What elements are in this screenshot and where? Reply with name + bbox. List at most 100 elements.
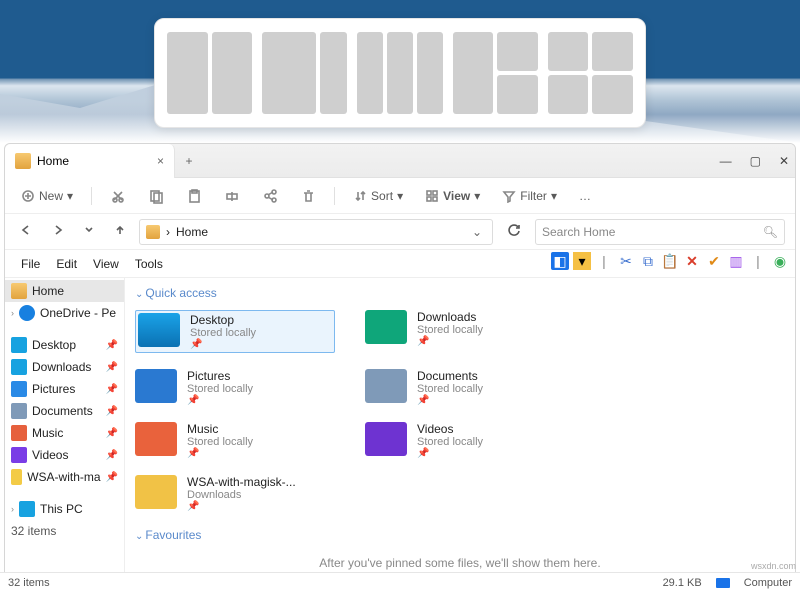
search-placeholder: Search Home: [542, 225, 615, 239]
pin-icon: 📌: [417, 395, 483, 406]
folder-icon: [11, 469, 22, 485]
folder-icon: [365, 369, 407, 403]
menu-tools[interactable]: Tools: [127, 257, 171, 271]
address-bar[interactable]: › Home ⌄: [139, 219, 493, 245]
pin-icon: 📌: [106, 450, 118, 461]
sidebar-item-documents[interactable]: Documents📌: [5, 400, 124, 422]
recent-locations-button[interactable]: [79, 221, 99, 242]
apply-icon[interactable]: ✔: [705, 252, 723, 270]
pin-icon: 📌: [106, 384, 118, 395]
tile-documents[interactable]: DocumentsStored locally📌: [365, 369, 565, 406]
menu-edit[interactable]: Edit: [48, 257, 85, 271]
paste-icon[interactable]: 📋: [661, 252, 679, 270]
forward-button[interactable]: [47, 221, 69, 242]
folder-icon: [135, 422, 177, 456]
menu-view[interactable]: View: [85, 257, 127, 271]
tile-downloads[interactable]: DownloadsStored locally📌: [365, 310, 565, 353]
sidebar-item-count: 32 items: [5, 520, 124, 541]
address-dropdown[interactable]: ⌄: [468, 225, 486, 239]
preview-pane-icon[interactable]: ◧: [551, 252, 569, 270]
cut-button[interactable]: [106, 186, 130, 206]
pin-icon: 📌: [106, 340, 118, 351]
extra-toolbar: ◧ ▾ | ✂ ⧉ 📋 ✕ ✔ ▥ | ◉: [551, 252, 789, 270]
view-icon: [425, 189, 439, 203]
view-button[interactable]: View ▾: [421, 187, 484, 205]
cut-icon[interactable]: ✂: [617, 252, 635, 270]
pc-icon: [19, 501, 35, 517]
chevron-down-icon: ▾: [397, 189, 403, 203]
new-button[interactable]: New ▾: [17, 187, 77, 205]
folder-icon: [138, 313, 180, 347]
pin-icon: 📌: [187, 501, 296, 512]
tab-bar: Home × + — ▢ ✕: [5, 144, 795, 178]
sidebar-item-pictures[interactable]: Pictures📌: [5, 378, 124, 400]
refresh-button[interactable]: [501, 221, 527, 242]
tile-wsa-with-magisk-[interactable]: WSA-with-magisk-...Downloads📌: [135, 475, 335, 512]
address-row: › Home ⌄ Search Home 🔍︎: [5, 214, 795, 250]
pin-icon: 📌: [417, 336, 483, 347]
snap-layout-split-3[interactable]: [357, 32, 442, 114]
minimize-button[interactable]: —: [720, 154, 732, 168]
tab-close-button[interactable]: ×: [157, 154, 164, 168]
tile-pictures[interactable]: PicturesStored locally📌: [135, 369, 335, 406]
plus-circle-icon: [21, 189, 35, 203]
sidebar-item-wsa-with-ma[interactable]: WSA-with-ma📌: [5, 466, 124, 488]
maximize-button[interactable]: ▢: [750, 154, 761, 168]
folder-icon: [11, 403, 27, 419]
file-explorer-window: Home × + — ▢ ✕ New ▾ Sort ▾ Vie: [4, 143, 796, 580]
tile-videos[interactable]: VideosStored locally📌: [365, 422, 565, 459]
snap-layouts-popup: [154, 18, 646, 128]
copy-icon: [148, 188, 164, 204]
folder-icon: [365, 310, 407, 344]
delete-button[interactable]: [296, 186, 320, 206]
search-input[interactable]: Search Home 🔍︎: [535, 219, 785, 245]
folder-options-icon[interactable]: ▾: [573, 252, 591, 270]
snap-layout-left-tall[interactable]: [453, 32, 538, 114]
sidebar-item-thispc[interactable]: › This PC: [5, 498, 124, 520]
delete-icon[interactable]: ✕: [683, 252, 701, 270]
tile-music[interactable]: MusicStored locally📌: [135, 422, 335, 459]
watermark: wsxdn.com: [751, 561, 796, 571]
globe-icon[interactable]: ◉: [771, 252, 789, 270]
pin-icon: 📌: [187, 448, 253, 459]
chevron-down-icon: ▾: [551, 189, 557, 203]
paste-button[interactable]: [182, 186, 206, 206]
rename-button[interactable]: [220, 186, 244, 206]
menu-file[interactable]: File: [13, 257, 48, 271]
cloud-icon: [19, 305, 35, 321]
sidebar-item-downloads[interactable]: Downloads📌: [5, 356, 124, 378]
back-button[interactable]: [15, 221, 37, 242]
more-button[interactable]: …: [575, 187, 595, 205]
folder-icon: [135, 475, 177, 509]
copy-icon[interactable]: ⧉: [639, 252, 657, 270]
tab-home[interactable]: Home ×: [5, 144, 175, 178]
pin-icon: 📌: [106, 406, 118, 417]
pin-icon: 📌: [187, 395, 253, 406]
group-quick-access[interactable]: ⌄Quick access: [135, 282, 785, 304]
up-button[interactable]: [109, 221, 131, 242]
snap-layout-grid-4[interactable]: [548, 32, 633, 114]
menu-bar: File Edit View Tools ◧ ▾ | ✂ ⧉ 📋 ✕ ✔ ▥ |…: [5, 250, 795, 278]
tile-desktop[interactable]: DesktopStored locally📌: [135, 310, 335, 353]
filter-button[interactable]: Filter ▾: [498, 187, 561, 205]
share-button[interactable]: [258, 186, 282, 206]
sidebar-item-onedrive[interactable]: › OneDrive - Pe: [5, 302, 124, 324]
snap-layout-split-2[interactable]: [167, 32, 252, 114]
sidebar-item-videos[interactable]: Videos📌: [5, 444, 124, 466]
sort-button[interactable]: Sort ▾: [349, 187, 407, 205]
folder-icon: [11, 359, 27, 375]
snap-layout-split-2-wide[interactable]: [262, 32, 347, 114]
scissors-icon: [110, 188, 126, 204]
new-tab-button[interactable]: +: [175, 154, 203, 168]
close-window-button[interactable]: ✕: [779, 154, 789, 168]
sidebar-item-desktop[interactable]: Desktop📌: [5, 334, 124, 356]
sidebar-item-home[interactable]: Home: [5, 280, 124, 302]
window-controls: — ▢ ✕: [720, 144, 789, 178]
copy-button[interactable]: [144, 186, 168, 206]
folder-icon: [11, 425, 27, 441]
sidebar-item-music[interactable]: Music📌: [5, 422, 124, 444]
properties-icon[interactable]: ▥: [727, 252, 745, 270]
breadcrumb-home[interactable]: Home: [176, 225, 208, 239]
group-favourites[interactable]: ⌄Favourites: [135, 524, 785, 546]
clipboard-icon: [186, 188, 202, 204]
